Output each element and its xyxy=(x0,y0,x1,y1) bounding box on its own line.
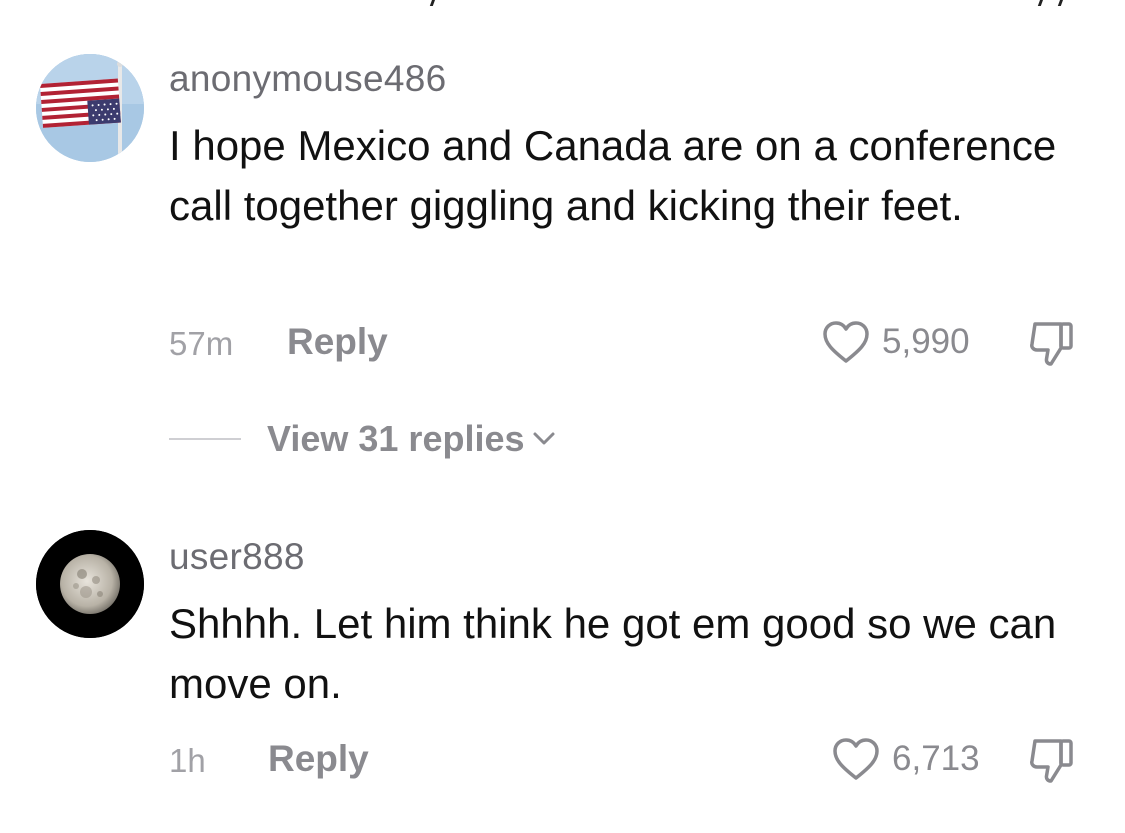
comment-text: Shhhh. Let him think he got em good so w… xyxy=(169,600,1057,707)
view-replies-toggle[interactable]: View 31 replies xyxy=(169,418,557,460)
like-count: 6,713 xyxy=(892,739,980,778)
user-avatar[interactable] xyxy=(36,530,144,638)
view-replies-label[interactable]: View 31 replies xyxy=(267,418,525,460)
comment-username[interactable]: anonymouse486 xyxy=(169,58,447,100)
previous-content-fragment xyxy=(0,0,1125,12)
reply-button[interactable]: Reply xyxy=(287,321,388,363)
reply-button[interactable]: Reply xyxy=(268,738,369,780)
upside-down-us-flag-avatar xyxy=(36,54,144,162)
like-group: 6,713 xyxy=(832,737,980,781)
comment-timestamp: 57m xyxy=(169,325,234,362)
moon-avatar xyxy=(36,530,144,638)
like-count: 5,990 xyxy=(882,322,970,361)
comment-timestamp: 1h xyxy=(169,742,206,779)
like-group: 5,990 xyxy=(822,320,970,364)
comment-text: I hope Mexico and Canada are on a confer… xyxy=(169,122,1057,229)
chevron-down-icon[interactable] xyxy=(531,429,557,449)
heart-icon[interactable] xyxy=(822,320,870,364)
comment-username[interactable]: user888 xyxy=(169,536,305,578)
dislike-icon[interactable] xyxy=(1027,735,1077,785)
heart-icon[interactable] xyxy=(832,737,880,781)
user-avatar[interactable] xyxy=(36,54,144,162)
dislike-icon[interactable] xyxy=(1027,318,1077,368)
replies-divider-line xyxy=(169,438,241,440)
